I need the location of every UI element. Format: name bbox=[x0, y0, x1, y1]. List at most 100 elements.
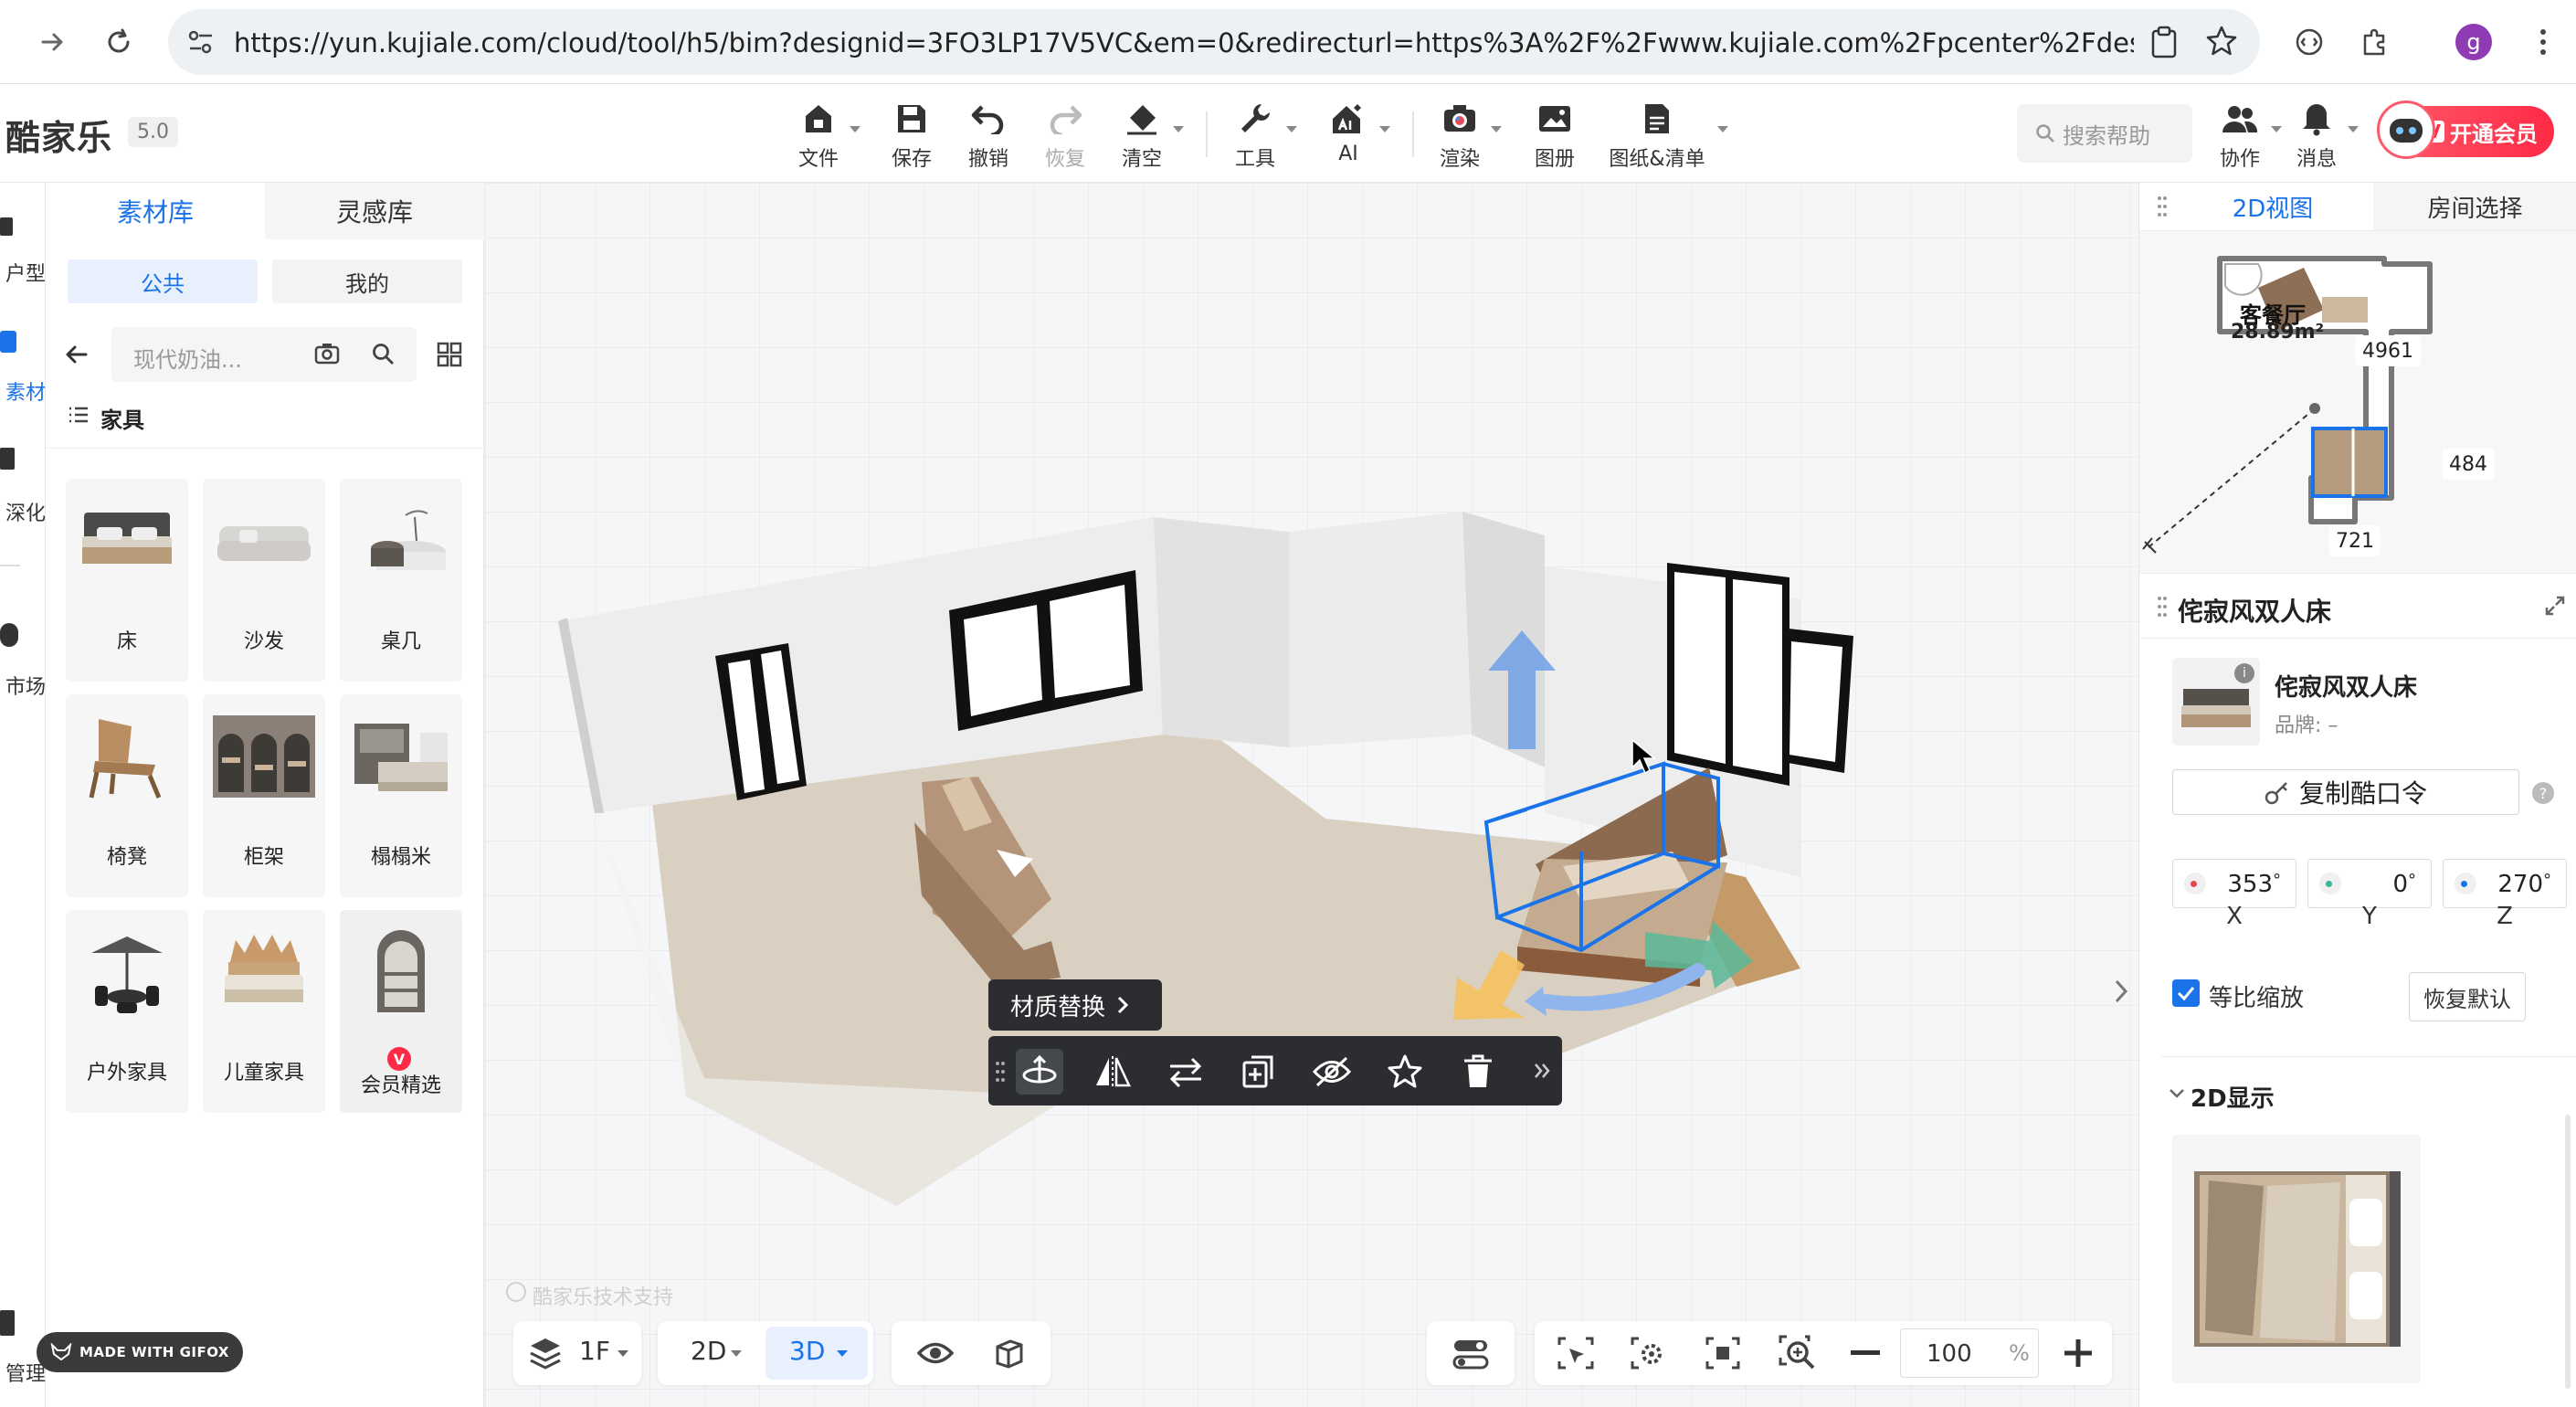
move-tool-button[interactable] bbox=[1016, 1049, 1063, 1095]
minimap-canvas[interactable] bbox=[2139, 231, 2576, 575]
expand-icon[interactable] bbox=[2545, 596, 2565, 616]
ai-caret-icon[interactable] bbox=[1379, 126, 1390, 132]
clipboard-icon[interactable] bbox=[2148, 26, 2180, 58]
material-rail-icon bbox=[0, 331, 16, 353]
proportional-scale-checkbox[interactable] bbox=[2172, 979, 2200, 1007]
robot-assistant-icon[interactable] bbox=[2377, 100, 2435, 159]
rail-item-material[interactable]: 素材 bbox=[0, 376, 46, 406]
render-button[interactable]: 渲染 bbox=[1423, 99, 1496, 172]
browser-menu-icon[interactable] bbox=[2521, 20, 2565, 64]
extension-devtools-icon[interactable] bbox=[2287, 20, 2331, 64]
forward-icon[interactable] bbox=[31, 20, 75, 64]
url-text[interactable]: https://yun.kujiale.com/cloud/tool/h5/bi… bbox=[234, 27, 2134, 58]
tab-room-select[interactable]: 房间选择 bbox=[2373, 183, 2576, 230]
3d-viewport[interactable]: 酷家乐技术支持 bbox=[485, 183, 2138, 1407]
floor-selector[interactable]: 1F bbox=[513, 1321, 641, 1385]
scope-mine-button[interactable]: 我的 bbox=[272, 259, 462, 303]
category-card-outdoor[interactable]: 户外家具 bbox=[66, 910, 188, 1113]
messages-button[interactable]: 消息 bbox=[2280, 99, 2353, 172]
more-double-chevron-icon[interactable] bbox=[1533, 1062, 1551, 1080]
messages-caret-icon[interactable] bbox=[2348, 126, 2359, 132]
category-card-tatami[interactable]: 榻榻米 bbox=[340, 694, 462, 897]
minimap-2d[interactable]: 客餐厅 28.89m² 4961 484 721 bbox=[2139, 230, 2576, 574]
category-card-vip[interactable]: V 会员精选 bbox=[340, 910, 462, 1113]
duplicate-button[interactable] bbox=[1235, 1049, 1283, 1095]
bookmark-star-icon[interactable] bbox=[2205, 25, 2238, 58]
extensions-puzzle-icon[interactable] bbox=[2353, 20, 2397, 64]
site-settings-icon[interactable] bbox=[185, 26, 217, 58]
mirror-button[interactable] bbox=[1089, 1049, 1136, 1095]
zoom-out-icon[interactable] bbox=[1851, 1350, 1880, 1355]
expand-panel-chevron-icon[interactable] bbox=[2111, 978, 2131, 1005]
back-arrow-icon[interactable] bbox=[64, 342, 90, 367]
category-card-sofa[interactable]: 沙发 bbox=[203, 479, 325, 682]
toggle-settings-icon[interactable] bbox=[1452, 1338, 1489, 1370]
clear-caret-icon[interactable] bbox=[1173, 126, 1184, 132]
tab-material-library[interactable]: 素材库 bbox=[46, 183, 265, 239]
select-frame-icon[interactable] bbox=[1557, 1336, 1595, 1370]
rail-item-floorplan[interactable]: 户型 bbox=[0, 258, 46, 287]
reload-icon[interactable] bbox=[97, 20, 141, 64]
help-icon[interactable]: ? bbox=[2532, 782, 2554, 804]
profile-avatar[interactable]: g bbox=[2455, 24, 2492, 60]
render-caret-icon[interactable] bbox=[1491, 126, 1502, 132]
tab-2d-view[interactable]: 2D视图 bbox=[2174, 183, 2371, 230]
focus-frame-icon[interactable] bbox=[1705, 1336, 1741, 1370]
undo-button[interactable]: 撤销 bbox=[952, 99, 1025, 172]
favorite-button[interactable] bbox=[1381, 1049, 1429, 1095]
collapse-chevron-icon[interactable] bbox=[2169, 1087, 2185, 1100]
mode-3d-button[interactable]: 3D bbox=[765, 1327, 868, 1380]
rail-item-market[interactable]: 市场 bbox=[0, 671, 46, 700]
2d-display-preview[interactable] bbox=[2172, 1135, 2421, 1383]
category-card-bed[interactable]: 床 bbox=[66, 479, 188, 682]
category-card-table[interactable]: 桌几 bbox=[340, 479, 462, 682]
panel-scrollbar[interactable] bbox=[2565, 1115, 2571, 1389]
scene-canvas[interactable] bbox=[485, 183, 2138, 1407]
rotation-z-input[interactable]: 270° bbox=[2443, 859, 2567, 908]
drag-handle-icon[interactable] bbox=[2158, 596, 2167, 618]
search-icon[interactable] bbox=[371, 342, 395, 365]
clear-button[interactable]: 清空 bbox=[1105, 99, 1178, 172]
ai-button[interactable]: AI bbox=[1312, 99, 1385, 172]
reset-default-button[interactable]: 恢复默认 bbox=[2409, 972, 2526, 1021]
image-search-camera-icon[interactable] bbox=[314, 342, 340, 365]
drawings-caret-icon[interactable] bbox=[1717, 126, 1728, 132]
panel-drag-handle-icon[interactable] bbox=[2158, 196, 2167, 217]
category-card-kids[interactable]: 儿童家具 bbox=[203, 910, 325, 1113]
mode-2d-button[interactable]: 2D bbox=[658, 1321, 760, 1385]
file-caret-icon[interactable] bbox=[850, 126, 860, 132]
redo-button[interactable]: 恢复 bbox=[1029, 99, 1102, 172]
library-search-input[interactable]: 现代奶油... bbox=[111, 327, 417, 382]
file-button[interactable]: 文件 bbox=[782, 99, 855, 172]
category-card-cabinet[interactable]: 柜架 bbox=[203, 694, 325, 897]
album-button[interactable]: 图册 bbox=[1518, 99, 1591, 172]
category-card-chair[interactable]: 椅凳 bbox=[66, 694, 188, 897]
tools-caret-icon[interactable] bbox=[1286, 126, 1297, 132]
hide-button[interactable] bbox=[1308, 1049, 1356, 1095]
rail-item-deepen[interactable]: 深化 bbox=[0, 497, 46, 526]
collab-button[interactable]: 协作 bbox=[2203, 99, 2276, 172]
zoom-in-icon[interactable] bbox=[2063, 1338, 2094, 1369]
eye-visibility-icon[interactable] bbox=[917, 1338, 954, 1369]
rotation-y-input[interactable]: 0° bbox=[2307, 859, 2432, 908]
zoom-fit-icon[interactable] bbox=[1778, 1334, 1818, 1372]
grid-view-icon[interactable] bbox=[437, 342, 462, 367]
save-button[interactable]: 保存 bbox=[875, 99, 948, 172]
material-replace-button[interactable]: 材质替换 bbox=[988, 979, 1162, 1031]
search-help-input[interactable]: 搜索帮助 bbox=[2017, 104, 2192, 163]
replace-button[interactable] bbox=[1162, 1049, 1209, 1095]
copy-command-button[interactable]: 复制酷口令 bbox=[2172, 769, 2519, 815]
tab-inspiration-library[interactable]: 灵感库 bbox=[265, 183, 484, 239]
cube-view-icon[interactable] bbox=[990, 1336, 1025, 1370]
frame-settings-icon[interactable] bbox=[1630, 1336, 1668, 1370]
drag-handle-icon[interactable] bbox=[996, 1062, 1005, 1082]
drawings-list-button[interactable]: 图纸&清单 bbox=[1609, 99, 1705, 172]
delete-button[interactable] bbox=[1454, 1049, 1502, 1095]
info-icon[interactable]: i bbox=[2234, 663, 2254, 683]
address-bar[interactable]: https://yun.kujiale.com/cloud/tool/h5/bi… bbox=[168, 9, 2260, 75]
tools-button[interactable]: 工具 bbox=[1219, 99, 1292, 172]
rotation-x-input[interactable]: 353° bbox=[2172, 859, 2296, 908]
rotation-x-label: X bbox=[2226, 903, 2243, 930]
scope-public-button[interactable]: 公共 bbox=[68, 259, 258, 303]
zoom-input[interactable]: 100 % bbox=[1900, 1328, 2039, 1378]
